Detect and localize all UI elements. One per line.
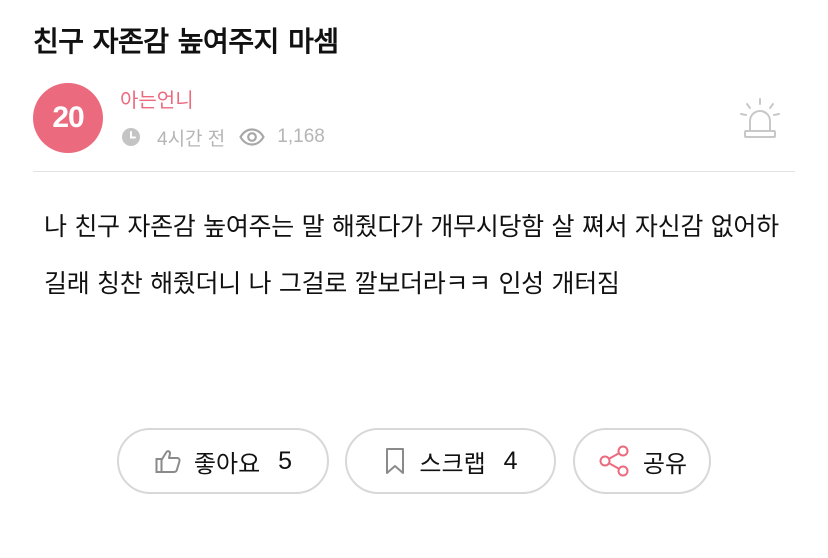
like-button[interactable]: 좋아요 5 [117,428,329,494]
scrap-count: 4 [503,446,518,475]
bookmark-icon [383,447,407,475]
post-meta: 4시간 전 1,168 [121,124,325,150]
post-actions: 좋아요 5 스크랩 4 공유 [0,428,828,498]
eye-icon [239,128,266,146]
view-count: 1,168 [277,126,325,147]
share-button[interactable]: 공유 [573,428,711,494]
author-level-badge[interactable]: 20 [33,83,103,153]
share-label: 공유 [642,449,688,478]
divider [33,171,795,172]
post-time: 4시간 전 [157,128,226,150]
scrap-label: 스크랩 [419,449,486,478]
share-icon [597,444,631,478]
like-count: 5 [278,446,293,475]
like-label: 좋아요 [193,449,261,478]
post-title: 친구 자존감 높여주지 마셈 [33,25,339,58]
author-name[interactable]: 아는언니 [120,84,194,113]
report-button[interactable] [738,97,782,141]
siren-icon [738,98,782,145]
thumbs-up-icon [154,447,182,475]
post-body: 나 친구 자존감 높여주는 말 해줬다가 개무시당함 살 쪄서 자신감 없어하길… [44,212,779,298]
scrap-button[interactable]: 스크랩 4 [345,428,556,494]
author-level: 20 [52,101,84,134]
clock-icon [121,127,141,147]
